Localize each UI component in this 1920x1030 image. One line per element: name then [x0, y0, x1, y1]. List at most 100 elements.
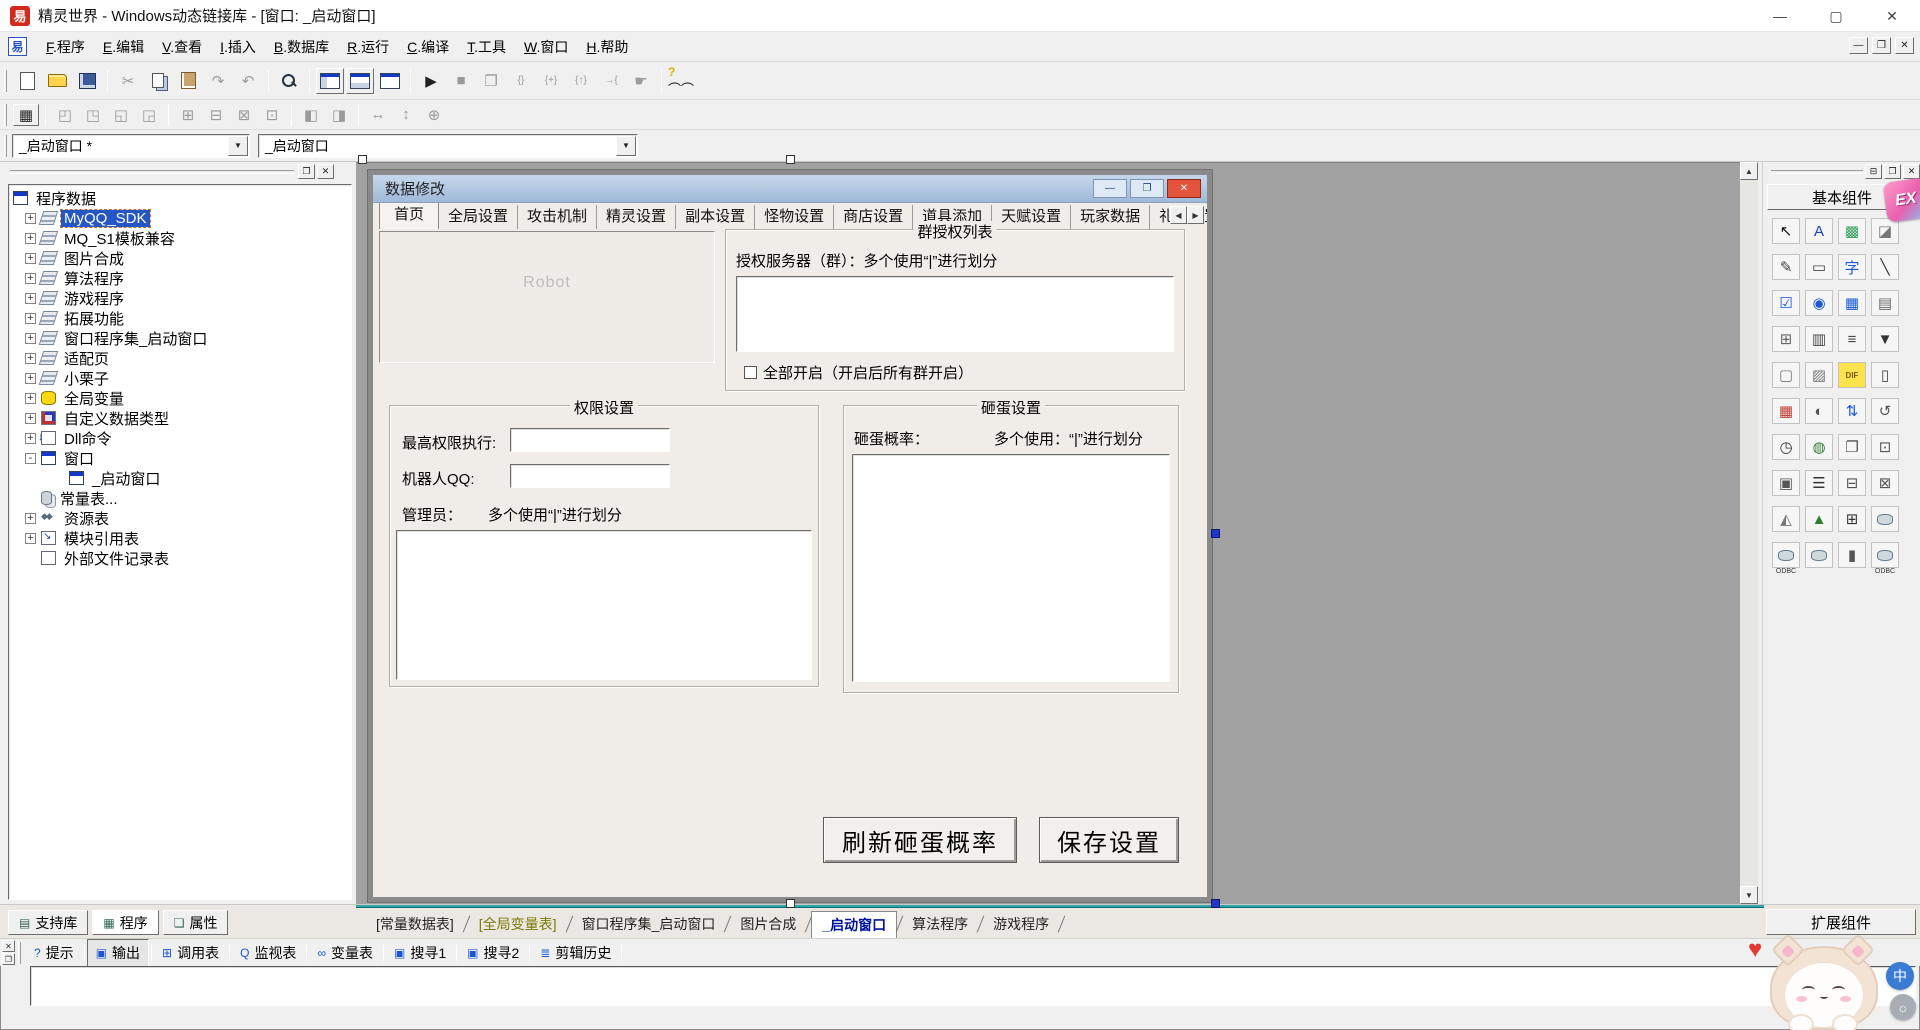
- tree-row[interactable]: 外部文件记录表: [9, 548, 351, 568]
- layout-bottom-icon[interactable]: [346, 68, 374, 94]
- output-tab-监视表[interactable]: Q监视表: [232, 940, 304, 966]
- document-tab-6[interactable]: 算法程序: [902, 911, 978, 937]
- tree-expander-icon[interactable]: +: [25, 513, 36, 524]
- data-grid-icon[interactable]: ▦: [1772, 398, 1800, 424]
- tree-item-label[interactable]: 小栗子: [61, 368, 112, 389]
- tree-item-label[interactable]: 模块引用表: [61, 528, 142, 549]
- dialog-tab-攻击机制[interactable]: 攻击机制: [518, 205, 597, 229]
- list-box-icon[interactable]: ▥: [1805, 326, 1833, 352]
- tree-row[interactable]: + 自定义数据类型: [9, 408, 351, 428]
- minimize-button[interactable]: —: [1752, 0, 1808, 32]
- font-box-icon[interactable]: 字: [1838, 254, 1866, 280]
- record-set-icon[interactable]: ▮: [1838, 542, 1866, 568]
- align-left-icon[interactable]: ◰: [52, 104, 78, 126]
- resize-handle-right-middle[interactable]: [1211, 529, 1220, 538]
- center-h-icon[interactable]: ⊞: [175, 104, 201, 126]
- dialog-restore-button[interactable]: ❐: [1130, 179, 1164, 198]
- tree-expander-icon[interactable]: +: [25, 353, 36, 364]
- group-frame-icon[interactable]: ▢: [1772, 362, 1800, 388]
- output-tab-输出[interactable]: ▣输出: [87, 939, 149, 967]
- step-over-icon[interactable]: {}: [507, 68, 535, 94]
- align-right-icon[interactable]: ◳: [80, 104, 106, 126]
- odbc-source-icon[interactable]: [1772, 542, 1800, 568]
- refresh-egg-rate-button[interactable]: 刷新砸蛋概率: [823, 817, 1017, 863]
- pause-icon[interactable]: ☛: [627, 68, 655, 94]
- tree-expander-icon[interactable]: +: [25, 373, 36, 384]
- ink-icon[interactable]: ◐: [1805, 398, 1833, 424]
- resize-handle-bottom-center[interactable]: [786, 899, 795, 908]
- space-h-icon[interactable]: ⊠: [231, 104, 257, 126]
- picture-box-icon[interactable]: ▩: [1838, 218, 1866, 244]
- combo-box-icon[interactable]: ▼: [1871, 326, 1899, 352]
- layout-left-icon[interactable]: [316, 68, 344, 94]
- scroll-down-icon[interactable]: ▼: [1740, 886, 1758, 904]
- chevron-down-icon[interactable]: ▼: [228, 136, 248, 156]
- admin-textarea[interactable]: [396, 530, 812, 680]
- dialog-tab-商店设置[interactable]: 商店设置: [834, 205, 913, 229]
- same-height-icon[interactable]: ◨: [326, 104, 352, 126]
- tree-row[interactable]: + 适配页: [9, 348, 351, 368]
- line-icon[interactable]: ╲: [1871, 254, 1899, 280]
- maximize-button[interactable]: ▢: [1808, 0, 1864, 32]
- label-icon[interactable]: A: [1805, 218, 1833, 244]
- tree-item-label[interactable]: 自定义数据类型: [61, 408, 172, 429]
- step-into-icon[interactable]: {+}: [537, 68, 565, 94]
- space-v-icon[interactable]: ⊡: [259, 104, 285, 126]
- grid-toggle-icon[interactable]: ▦: [13, 104, 39, 126]
- paste-icon[interactable]: [174, 68, 202, 94]
- panel-restore-button[interactable]: ❐: [298, 164, 315, 179]
- stretch-v-icon[interactable]: ↕: [393, 104, 419, 126]
- tree-row[interactable]: +窗口程序集_启动窗口: [9, 328, 351, 348]
- image-button-icon[interactable]: ◪: [1871, 218, 1899, 244]
- table-view-icon[interactable]: ▦: [1838, 290, 1866, 316]
- tree-item-label[interactable]: 窗口: [61, 448, 97, 469]
- document-tab-3[interactable]: 窗口程序集_启动窗口: [572, 911, 726, 937]
- panel-tab-程序[interactable]: ▦程序: [92, 910, 158, 935]
- tree-expander-icon[interactable]: +: [25, 273, 36, 284]
- palette-drag-bar[interactable]: [1771, 170, 1863, 174]
- tree-item-label[interactable]: MyQQ_SDK: [61, 210, 150, 227]
- tree-row[interactable]: +Dll命令: [9, 428, 351, 448]
- database2-icon[interactable]: [1805, 542, 1833, 568]
- save-icon[interactable]: [73, 68, 101, 94]
- tree-expander-icon[interactable]: +: [25, 413, 36, 424]
- tree-item-label[interactable]: 适配页: [61, 348, 112, 369]
- resize-handle-top-center[interactable]: [786, 155, 795, 164]
- tree-row[interactable]: + MQ_S1模板兼容: [9, 228, 351, 248]
- menu-item-I[interactable]: I.插入: [211, 33, 265, 61]
- tree-row[interactable]: 程序数据: [9, 188, 351, 208]
- window-copy-icon[interactable]: ❐: [1838, 434, 1866, 460]
- palette-restore-button[interactable]: ❐: [1884, 164, 1901, 179]
- layout-both-icon[interactable]: [376, 68, 404, 94]
- tree-item-label[interactable]: 拓展功能: [61, 308, 127, 329]
- sketch-icon[interactable]: ⊞: [1838, 506, 1866, 532]
- egg-rate-textarea[interactable]: [852, 454, 1170, 682]
- same-width-icon[interactable]: ◧: [298, 104, 324, 126]
- tree-item-label[interactable]: 图片合成: [61, 248, 127, 269]
- output-textbox[interactable]: [30, 966, 1916, 1006]
- tree-expander-icon[interactable]: +: [25, 233, 36, 244]
- tree-item-label[interactable]: 外部文件记录表: [61, 548, 172, 569]
- panel-drag-bar[interactable]: [10, 170, 294, 174]
- odbc-query-icon[interactable]: [1871, 542, 1899, 568]
- tab-scroll-left-icon[interactable]: ◀: [1170, 206, 1187, 224]
- center-v-icon[interactable]: ⊟: [203, 104, 229, 126]
- find-icon[interactable]: [275, 68, 303, 94]
- shape-icon[interactable]: ▨: [1805, 362, 1833, 388]
- tree-item-label[interactable]: MQ_S1模板兼容: [61, 228, 178, 249]
- toolbar-grip[interactable]: [4, 70, 7, 92]
- output-tab-变量表[interactable]: ∞变量表: [309, 940, 381, 966]
- list-view-icon[interactable]: ≡: [1838, 326, 1866, 352]
- document-tab-4[interactable]: 图片合成: [730, 911, 806, 937]
- tree-item-label[interactable]: 资源表: [61, 508, 112, 529]
- output-tab-剪辑历史[interactable]: ≣剪辑历史: [532, 940, 619, 966]
- tree-row[interactable]: +全局变量: [9, 388, 351, 408]
- check-box-icon[interactable]: ☑: [1772, 290, 1800, 316]
- menu-item-C[interactable]: C.编译: [398, 33, 458, 61]
- splitter-icon[interactable]: ⊟: [1838, 470, 1866, 496]
- slider-icon[interactable]: ⊞: [1772, 326, 1800, 352]
- tree-expander-icon[interactable]: +: [25, 313, 36, 324]
- document-tab-2[interactable]: [全局变量表]: [469, 911, 567, 937]
- tree-row[interactable]: -窗口: [9, 448, 351, 468]
- dialog-close-button[interactable]: ✕: [1167, 179, 1201, 198]
